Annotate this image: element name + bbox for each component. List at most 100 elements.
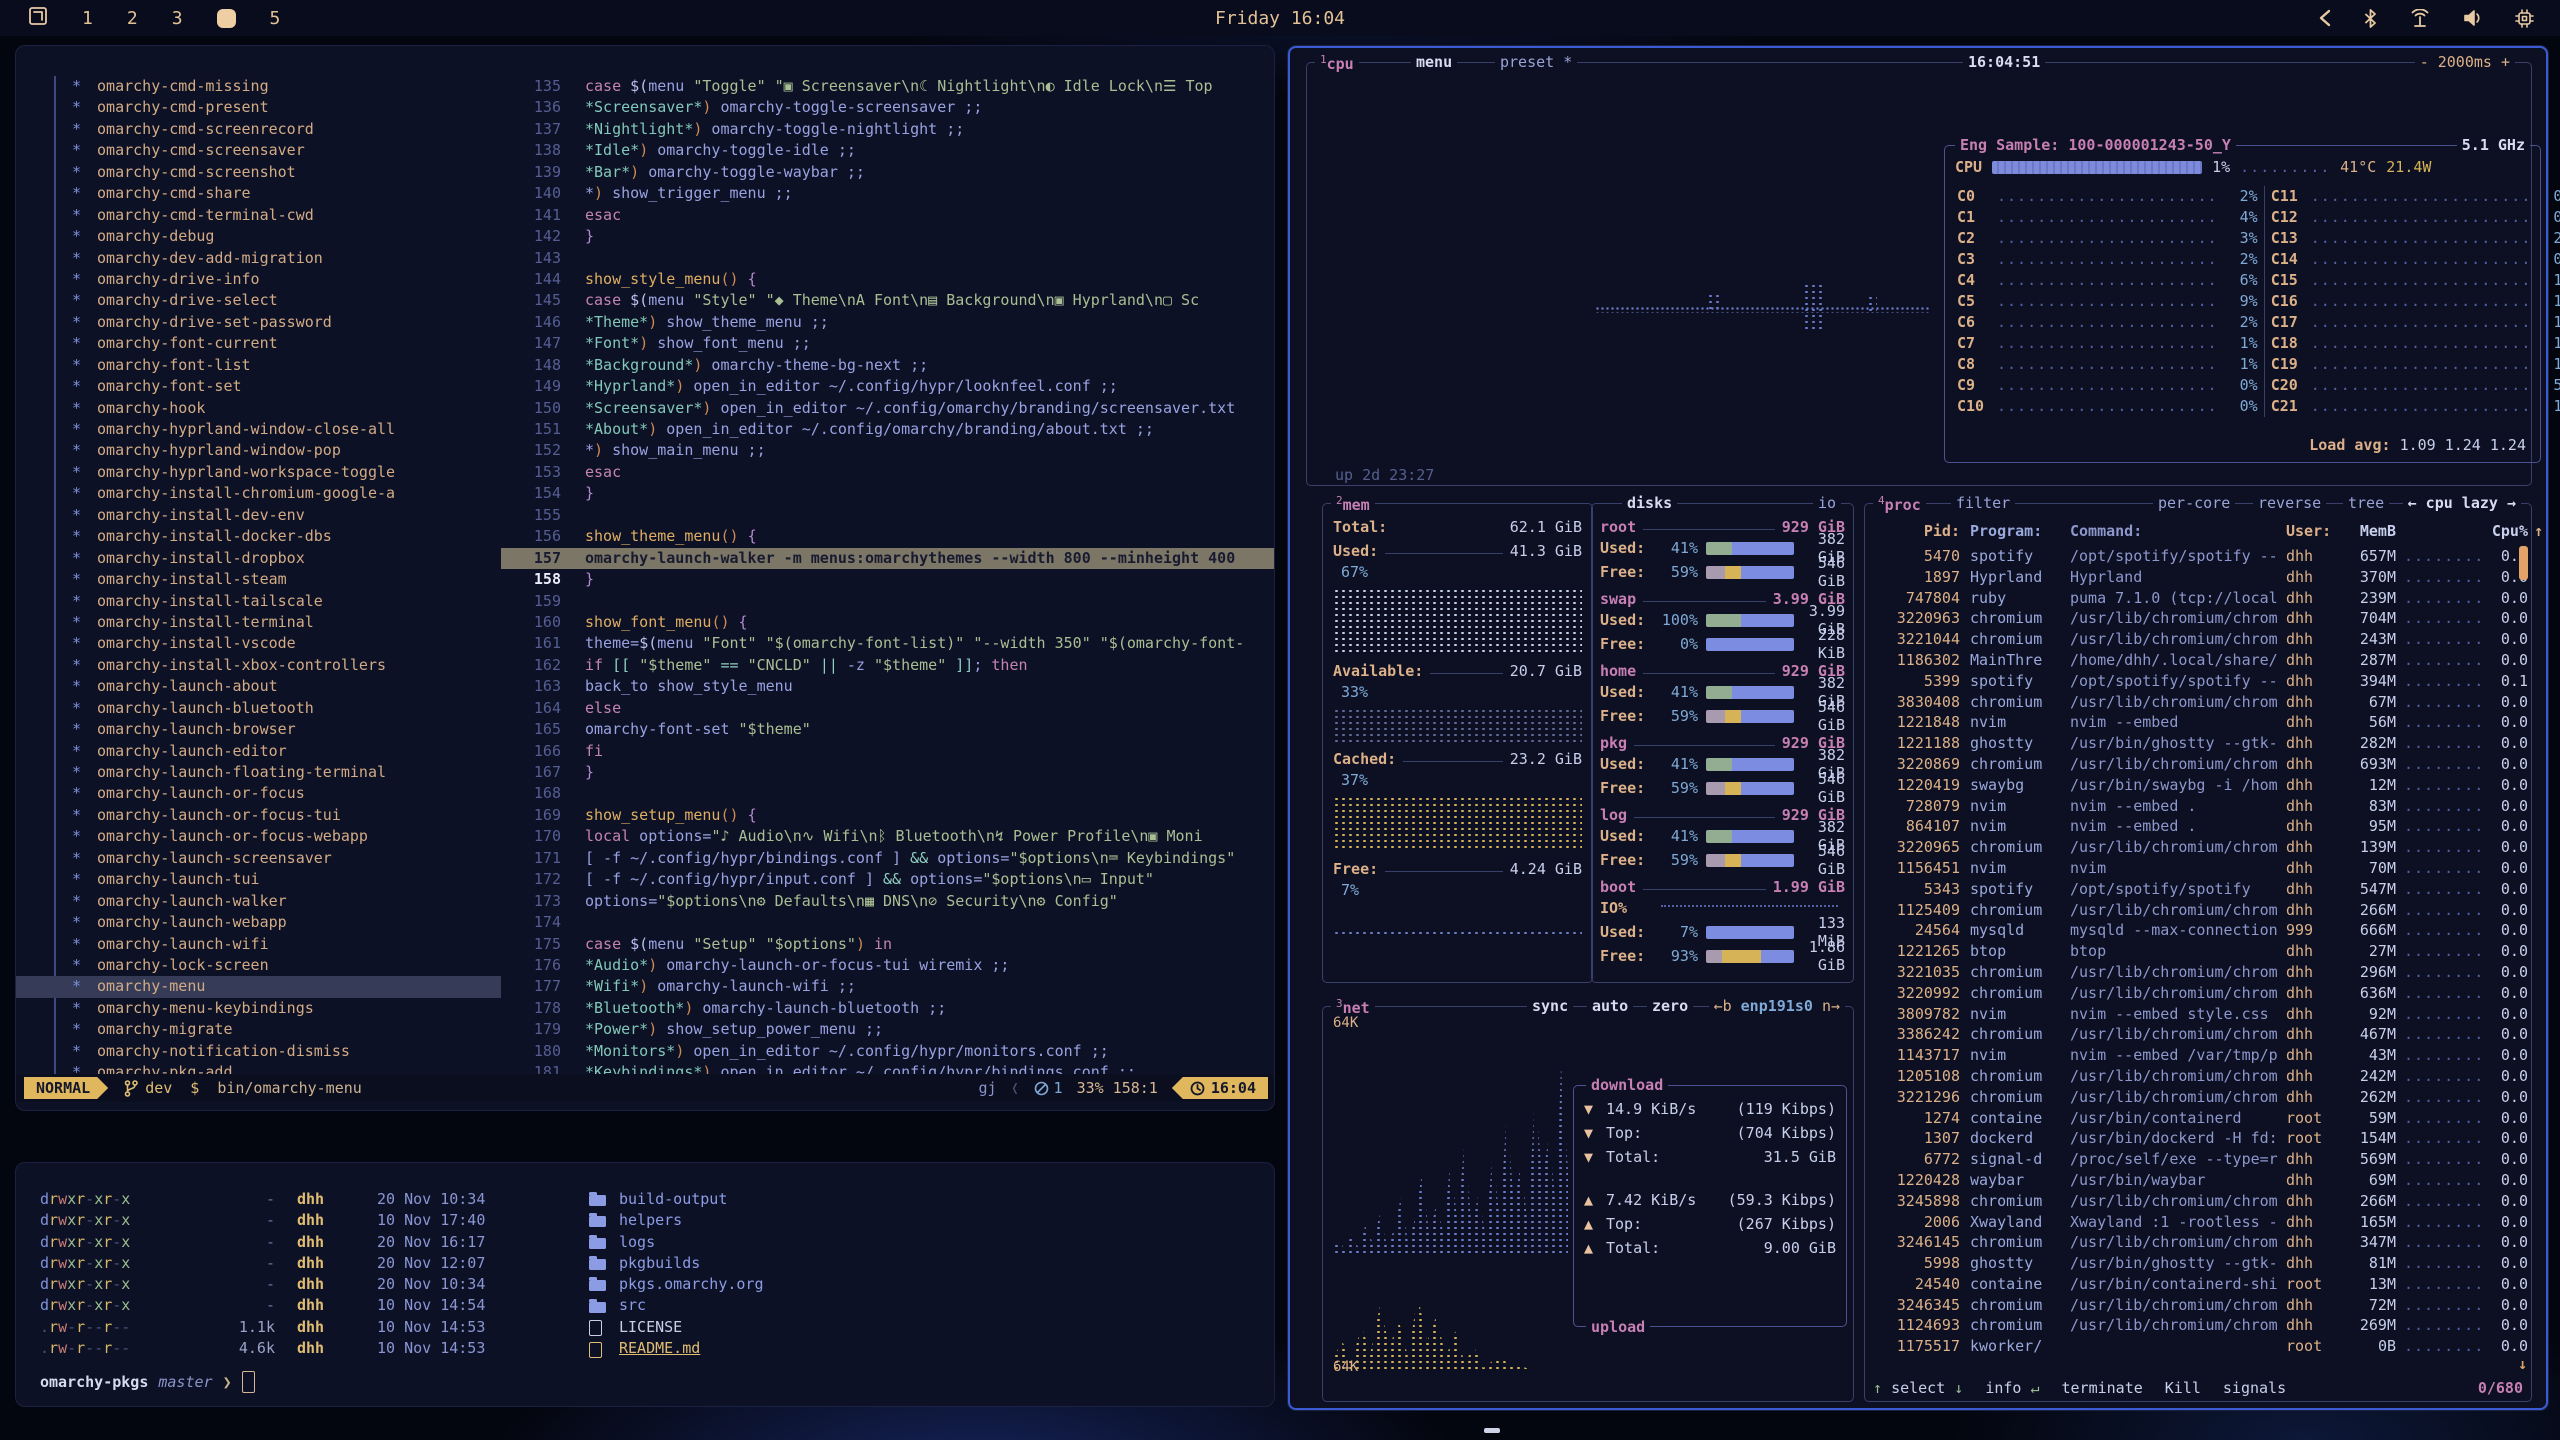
file-item[interactable]: *omarchy-launch-bluetooth <box>16 698 501 719</box>
file-item[interactable]: *omarchy-launch-about <box>16 676 501 697</box>
file-item[interactable]: *omarchy-font-list <box>16 355 501 376</box>
process-row[interactable]: 1143717nvimnvim --embed /var/tmp/pdhh43M… <box>1865 1045 2531 1066</box>
file-item[interactable]: *omarchy-dev-add-migration <box>16 248 501 269</box>
file-item[interactable]: *omarchy-install-xbox-controllers <box>16 655 501 676</box>
file-item[interactable]: *omarchy-install-dropbox <box>16 548 501 569</box>
file-item[interactable]: *omarchy-install-steam <box>16 569 501 590</box>
file-name[interactable]: helpers <box>619 1210 682 1231</box>
omarchy-logo-icon[interactable] <box>28 6 48 31</box>
disks-io-toggle[interactable]: io <box>1813 494 1841 512</box>
process-row[interactable]: 3245898chromium/usr/lib/chromium/chromdh… <box>1865 1191 2531 1212</box>
proc-reverse-toggle[interactable]: reverse <box>2253 494 2326 512</box>
file-name[interactable]: logs <box>619 1232 655 1253</box>
process-row[interactable]: 1221848nvimnvim --embeddhh56M..........0… <box>1865 712 2531 733</box>
file-item[interactable]: *omarchy-launch-browser <box>16 719 501 740</box>
process-row[interactable]: 1175517kworker/root0B..........0.0 <box>1865 1336 2531 1357</box>
scroll-down-icon[interactable]: ↓ <box>2518 1355 2527 1373</box>
file-item[interactable]: *omarchy-launch-floating-terminal <box>16 762 501 783</box>
file-item[interactable]: *omarchy-install-tailscale <box>16 591 501 612</box>
process-row[interactable]: 747804rubypuma 7.1.0 (tcp://localdhh239M… <box>1865 588 2531 609</box>
process-row[interactable]: 1897HyprlandHyprlanddhh370M..........0.0 <box>1865 567 2531 588</box>
file-item[interactable]: *omarchy-cmd-screensaver <box>16 140 501 161</box>
file-item[interactable]: *omarchy-cmd-screenrecord <box>16 119 501 140</box>
file-name[interactable]: pkgs.omarchy.org <box>619 1274 764 1295</box>
workspace-4-active[interactable] <box>217 9 236 28</box>
shell-prompt[interactable]: omarchy-pkgs master ❯ <box>40 1371 255 1393</box>
file-item[interactable]: *omarchy-notification-dismiss <box>16 1041 501 1062</box>
file-item[interactable]: *omarchy-install-vscode <box>16 633 501 654</box>
process-row[interactable]: 3221296chromium/usr/lib/chromium/chromdh… <box>1865 1087 2531 1108</box>
menu-button[interactable]: menu <box>1411 53 1457 71</box>
file-name[interactable]: README.md <box>619 1338 700 1359</box>
workspace-3[interactable]: 3 <box>172 8 183 29</box>
process-row[interactable]: 3246345chromium/usr/lib/chromium/chromdh… <box>1865 1295 2531 1316</box>
git-branch[interactable]: dev <box>124 1079 172 1097</box>
file-item[interactable]: *omarchy-install-docker-dbs <box>16 526 501 547</box>
workspace-1[interactable]: 1 <box>82 8 93 29</box>
net-zero-toggle[interactable]: zero <box>1647 997 1693 1015</box>
preset-button[interactable]: preset * <box>1495 53 1577 71</box>
process-row[interactable]: 3809782nvimnvim --embed style.cssdhh92M.… <box>1865 1004 2531 1025</box>
process-row[interactable]: 728079nvimnvim --embed .dhh83M..........… <box>1865 796 2531 817</box>
file-item[interactable]: *omarchy-launch-wifi <box>16 934 501 955</box>
file-item[interactable]: *omarchy-lock-screen <box>16 955 501 976</box>
file-item[interactable]: *omarchy-launch-or-focus <box>16 783 501 804</box>
file-item[interactable]: *omarchy-launch-screensaver <box>16 848 501 869</box>
bluetooth-icon[interactable] <box>2364 9 2377 28</box>
process-row[interactable]: 1156451nvimnvimdhh70M..........0.0 <box>1865 858 2531 879</box>
file-item[interactable]: *omarchy-migrate <box>16 1019 501 1040</box>
process-row[interactable]: 1274containe/usr/bin/containerdroot59M..… <box>1865 1108 2531 1129</box>
proc-header[interactable]: Pid: Program: Command: User: MemB Cpu% ↑ <box>1865 522 2531 540</box>
file-item[interactable]: *omarchy-font-set <box>16 376 501 397</box>
proc-sort-selector[interactable]: ← cpu lazy → <box>2403 494 2521 512</box>
process-row[interactable]: 1186302MainThre/home/dhh/.local/share/dh… <box>1865 650 2531 671</box>
file-item[interactable]: *omarchy-cmd-missing <box>16 76 501 97</box>
file-item[interactable]: *omarchy-hyprland-window-pop <box>16 440 501 461</box>
file-item[interactable]: *omarchy-drive-info <box>16 269 501 290</box>
process-row[interactable]: 1220428waybar/usr/bin/waybardhh69M......… <box>1865 1170 2531 1191</box>
proc-percore-toggle[interactable]: per-core <box>2153 494 2235 512</box>
file-item[interactable]: *omarchy-menu <box>16 976 501 997</box>
file-item[interactable]: *omarchy-install-terminal <box>16 612 501 633</box>
workspace-2[interactable]: 2 <box>127 8 138 29</box>
process-row[interactable]: 5399spotify/opt/spotify/spotify --dhh394… <box>1865 671 2531 692</box>
cpu-box-title[interactable]: 1cpu <box>1315 53 1359 73</box>
proc-scrollbar-thumb[interactable] <box>2519 546 2528 580</box>
file-item[interactable]: *omarchy-cmd-screenshot <box>16 162 501 183</box>
file-item[interactable]: *omarchy-menu-keybindings <box>16 998 501 1019</box>
proc-action-select[interactable]: ↑ select ↓ <box>1873 1379 1963 1397</box>
chevron-left-icon[interactable] <box>2318 9 2332 27</box>
proc-tree-toggle[interactable]: tree <box>2343 494 2389 512</box>
proc-action-kill[interactable]: Kill <box>2165 1379 2201 1397</box>
proc-action-signals[interactable]: signals <box>2223 1379 2286 1397</box>
file-item[interactable]: *omarchy-cmd-present <box>16 97 501 118</box>
process-row[interactable]: 1125409chromium/usr/lib/chromium/chromdh… <box>1865 900 2531 921</box>
process-row[interactable]: 3220992chromium/usr/lib/chromium/chromdh… <box>1865 983 2531 1004</box>
workspace-5[interactable]: 5 <box>270 8 281 29</box>
file-item[interactable]: *omarchy-install-dev-env <box>16 505 501 526</box>
net-interface-switch[interactable]: ←b enp191s0 n→ <box>1709 997 1845 1015</box>
file-name[interactable]: LICENSE <box>619 1317 682 1338</box>
file-item[interactable]: *omarchy-launch-tui <box>16 869 501 890</box>
process-row[interactable]: 1205108chromium/usr/lib/chromium/chromdh… <box>1865 1066 2531 1087</box>
process-row[interactable]: 5998ghostty/usr/bin/ghostty --gtk-dhh81M… <box>1865 1253 2531 1274</box>
mem-box-title[interactable]: 2mem <box>1331 494 1375 514</box>
process-row[interactable]: 3220869chromium/usr/lib/chromium/chromdh… <box>1865 754 2531 775</box>
volume-icon[interactable] <box>2463 9 2483 27</box>
process-row[interactable]: 3830408chromium/usr/lib/chromium/chromdh… <box>1865 692 2531 713</box>
file-item[interactable]: *omarchy-hyprland-workspace-toggle <box>16 462 501 483</box>
file-item[interactable]: *omarchy-drive-select <box>16 290 501 311</box>
process-row[interactable]: 5470spotify/opt/spotify/spotify --dhh657… <box>1865 546 2531 567</box>
file-item[interactable]: *omarchy-debug <box>16 226 501 247</box>
proc-action-terminate[interactable]: terminate <box>2062 1379 2143 1397</box>
file-item[interactable]: *omarchy-cmd-share <box>16 183 501 204</box>
process-row[interactable]: 3220965chromium/usr/lib/chromium/chromdh… <box>1865 837 2531 858</box>
process-row[interactable]: 864107nvimnvim --embed .dhh95M..........… <box>1865 816 2531 837</box>
file-name[interactable]: src <box>619 1295 646 1316</box>
process-row[interactable]: 3246145chromium/usr/lib/chromium/chromdh… <box>1865 1232 2531 1253</box>
cpu-chip-icon[interactable] <box>2515 9 2534 28</box>
file-item[interactable]: *omarchy-launch-or-focus-tui <box>16 805 501 826</box>
process-row[interactable]: 1220419swaybg/usr/bin/swaybg -i /homdhh1… <box>1865 775 2531 796</box>
disks-box-title[interactable]: disks <box>1622 494 1677 512</box>
process-row[interactable]: 1221188ghostty/usr/bin/ghostty --gtk-dhh… <box>1865 733 2531 754</box>
